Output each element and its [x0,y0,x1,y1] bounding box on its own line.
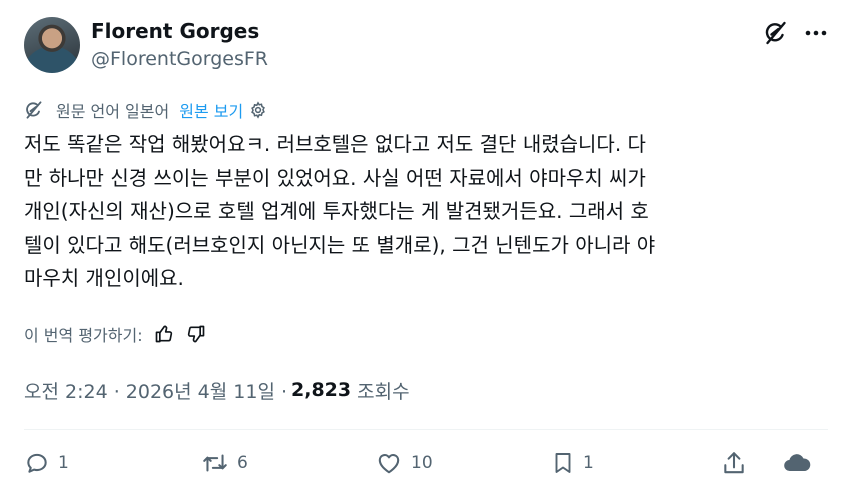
grok-icon[interactable] [762,19,790,47]
grok-translate-icon [24,99,46,121]
tweet-text: 저도 똑같은 작업 해봤어요ㅋ. 러브호텔은 없다고 저도 결단 내렸습니다. … [24,132,656,290]
thumbs-down-icon[interactable] [185,323,207,345]
view-count-label: 조회수 [357,380,410,403]
settings-gear-icon[interactable] [249,100,269,120]
thumbs-up-icon[interactable] [153,323,175,345]
repost-count: 6 [237,453,248,473]
share-icon [724,452,744,474]
tweet-meta: 오전 2:24 · 2026년 4월 11일 · 2,823 조회수 [24,376,410,404]
repost-button[interactable]: 6 [201,447,248,479]
view-count: 2,823 [291,379,352,401]
rate-translation-label: 이 번역 평가하기: [24,326,143,345]
like-button[interactable]: 10 [375,447,433,479]
author-name[interactable]: Florent Gorges [91,18,259,44]
heart-icon [378,454,400,474]
timestamp[interactable]: 오전 2:24 · 2026년 4월 11일 · [24,377,287,404]
translation-bar: 원문 언어 일본어 원본 보기 [24,98,269,122]
avatar[interactable] [24,17,80,73]
reply-icon [27,453,47,473]
reply-count: 1 [58,453,69,473]
bookmark-icon [555,453,571,473]
author-handle[interactable]: @FlorentGorgesFR [91,46,268,72]
show-original-link[interactable]: 원본 보기 [179,98,243,122]
bookmark-button[interactable]: 1 [551,447,594,479]
bookmark-count: 1 [583,453,594,473]
translation-label: 원문 언어 일본어 [56,102,170,121]
cloud-icon [784,454,811,472]
divider [24,429,828,430]
like-count: 10 [411,453,433,473]
more-options-icon[interactable] [802,19,830,47]
share-button[interactable] [721,447,747,479]
action-bar: 1 6 10 1 [24,447,824,479]
repost-icon [203,454,227,472]
rate-translation: 이 번역 평가하기: [24,322,207,346]
reply-button[interactable]: 1 [24,447,69,479]
cloud-button[interactable] [783,447,811,479]
